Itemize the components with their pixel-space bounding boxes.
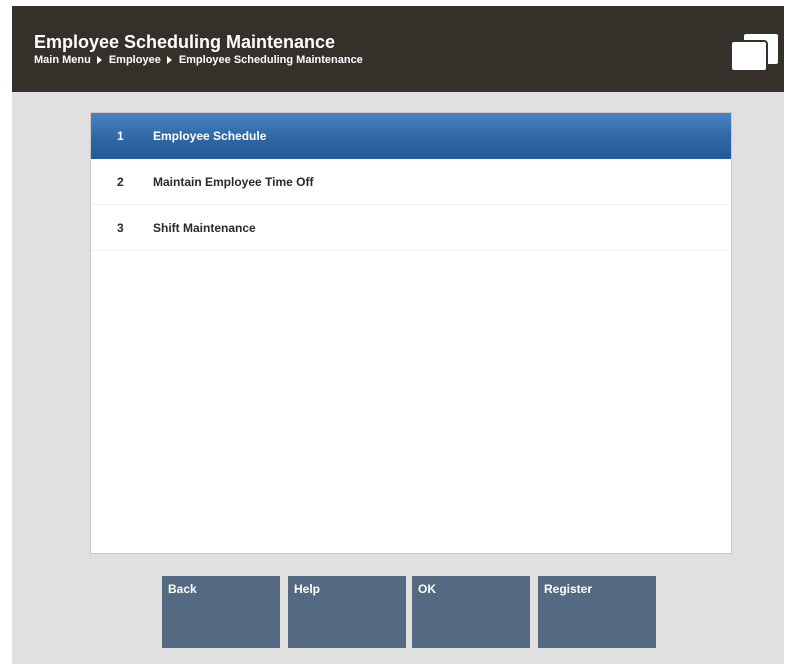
page-title: Employee Scheduling Maintenance — [34, 32, 336, 52]
menu-item-employee-schedule[interactable]: 1 Employee Schedule — [91, 113, 731, 159]
menu-item-label: Shift Maintenance — [153, 220, 256, 235]
breadcrumb-current: Employee Scheduling Maintenance — [178, 54, 363, 66]
register-button[interactable]: Register — [538, 576, 656, 648]
help-button[interactable]: Help — [288, 576, 406, 648]
button-bar: Back Help OK Register — [162, 576, 662, 648]
menu-item-label: Maintain Employee Time Off — [153, 174, 314, 189]
breadcrumb-separator-icon — [166, 56, 172, 64]
menu-item-label: Employee Schedule — [153, 129, 267, 143]
window-front-shape — [730, 40, 768, 72]
app-frame: Employee Scheduling Maintenance Main Men… — [12, 6, 784, 664]
breadcrumb-employee[interactable]: Employee — [109, 54, 161, 66]
menu-item-number: 2 — [117, 174, 124, 189]
menu-list: 1 Employee Schedule 2 Maintain Employee … — [90, 112, 732, 554]
menu-item-maintain-employee-time-off[interactable]: 2 Maintain Employee Time Off — [91, 159, 731, 205]
breadcrumb-main-menu[interactable]: Main Menu — [34, 54, 91, 66]
back-button[interactable]: Back — [162, 576, 280, 648]
menu-item-number: 3 — [117, 220, 124, 235]
windows-icon[interactable] — [728, 30, 780, 72]
menu-item-shift-maintenance[interactable]: 3 Shift Maintenance — [91, 205, 731, 251]
header-bar: Employee Scheduling Maintenance Main Men… — [12, 6, 784, 92]
breadcrumb-separator-icon — [96, 56, 102, 64]
menu-item-number: 1 — [117, 129, 124, 143]
breadcrumb: Main Menu Employee Employee Scheduling M… — [34, 54, 363, 66]
ok-button[interactable]: OK — [412, 576, 530, 648]
